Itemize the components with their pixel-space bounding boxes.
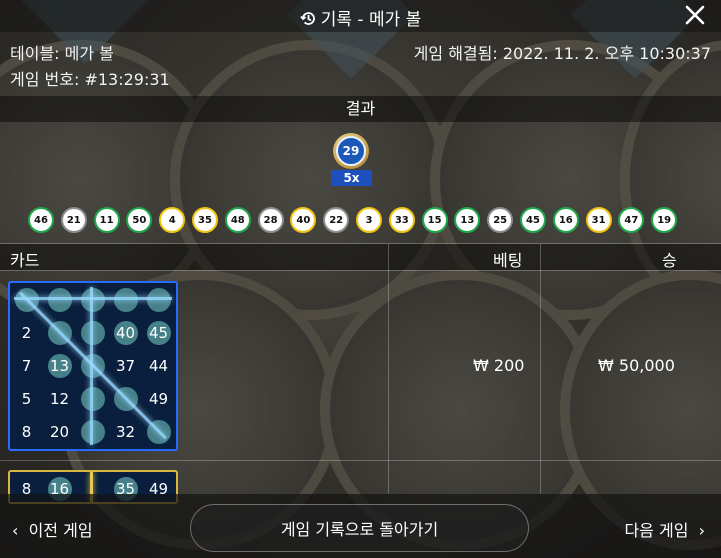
col-win: 승 bbox=[662, 251, 677, 270]
history-icon bbox=[300, 10, 317, 32]
card-cell: 20 bbox=[43, 415, 76, 448]
col-bet: 베팅 bbox=[493, 251, 523, 270]
multiplier-badge: 5x bbox=[331, 170, 372, 186]
mega-ball-number: 29 bbox=[336, 136, 366, 166]
prev-game-button[interactable]: ‹ 이전 게임 bbox=[12, 517, 93, 541]
card-cell: 40 bbox=[109, 316, 142, 349]
drawn-ball: 15 bbox=[421, 207, 448, 233]
card-number: 44 bbox=[148, 356, 169, 375]
result-header: 결과 bbox=[0, 96, 721, 122]
resolved-label: 게임 해결됨: 2022. 11. 2. 오후 10:30:37 bbox=[413, 44, 711, 63]
chevron-left-icon: ‹ bbox=[12, 521, 19, 540]
card-cell: 45 bbox=[142, 316, 175, 349]
card-cell: 13 bbox=[43, 349, 76, 382]
col-card: 카드 bbox=[10, 251, 40, 270]
drawn-ball: 16 bbox=[552, 207, 579, 233]
columns-header bbox=[0, 244, 721, 270]
prev-game-label: 이전 게임 bbox=[28, 521, 93, 540]
divider bbox=[540, 244, 541, 494]
game-number-label: 게임 번호: #13:29:31 bbox=[10, 70, 170, 89]
bingo-card: 2 40 45 7 13 37 44 5 12 49 8 20 32 bbox=[8, 281, 178, 451]
drawn-ball: 31 bbox=[585, 207, 612, 233]
close-icon[interactable] bbox=[683, 3, 707, 27]
card-number: 49 bbox=[148, 389, 169, 408]
win-amount: ₩ 50,000 bbox=[598, 356, 675, 375]
drawn-ball: 45 bbox=[520, 207, 546, 233]
drawn-ball: 35 bbox=[192, 207, 218, 233]
result-section-label: 결과 bbox=[345, 99, 376, 118]
next-game-label: 다음 게임 bbox=[624, 521, 689, 540]
divider bbox=[0, 270, 721, 271]
card-number: 12 bbox=[49, 389, 70, 408]
card-number: 8 bbox=[21, 422, 32, 441]
card-cell: 44 bbox=[142, 349, 175, 382]
drawn-ball: 46 bbox=[28, 207, 54, 233]
card-number: 45 bbox=[148, 323, 169, 342]
card-cell: 7 bbox=[10, 349, 43, 382]
title-text: 기록 - 메가 볼 bbox=[320, 10, 422, 30]
card-number: 2 bbox=[21, 323, 32, 342]
drawn-ball: 21 bbox=[60, 207, 87, 233]
card-cell: 5 bbox=[10, 382, 43, 415]
drawn-ball: 33 bbox=[388, 207, 415, 233]
window-title: 기록 - 메가 볼 bbox=[0, 5, 721, 32]
divider bbox=[0, 460, 721, 461]
win-line bbox=[14, 297, 172, 300]
bet-amount: ₩ 200 bbox=[473, 356, 525, 375]
card-number: 32 bbox=[115, 422, 136, 441]
card-cell: 37 bbox=[109, 349, 142, 382]
card-cell: 32 bbox=[109, 415, 142, 448]
drawn-ball: 22 bbox=[323, 207, 350, 233]
back-to-history-label: 게임 기록으로 돌아가기 bbox=[280, 520, 439, 539]
chevron-right-icon: › bbox=[698, 521, 705, 540]
next-game-button[interactable]: 다음 게임 › bbox=[624, 517, 705, 541]
card-cell: 8 bbox=[10, 415, 43, 448]
card-cell: 2 bbox=[10, 316, 43, 349]
drawn-ball: 11 bbox=[93, 207, 120, 233]
drawn-ball: 4 bbox=[159, 207, 186, 233]
card-cell: 12 bbox=[43, 382, 76, 415]
title-bar: 기록 - 메가 볼 bbox=[0, 0, 721, 32]
drawn-ball: 48 bbox=[224, 207, 251, 233]
card-number: 37 bbox=[115, 356, 136, 375]
card-number: 7 bbox=[21, 356, 32, 375]
card-number: 13 bbox=[49, 356, 70, 375]
drawn-ball: 19 bbox=[651, 207, 678, 233]
card-number: 5 bbox=[21, 389, 32, 408]
drawn-ball: 3 bbox=[356, 207, 382, 233]
card-number: 20 bbox=[49, 422, 70, 441]
divider bbox=[388, 244, 389, 494]
table-label: 테이블: 메가 볼 bbox=[10, 44, 114, 63]
card-number: 40 bbox=[115, 323, 136, 342]
back-to-history-button[interactable]: 게임 기록으로 돌아가기 bbox=[190, 504, 529, 552]
drawn-ball: 28 bbox=[257, 207, 284, 233]
mega-ball: 29 bbox=[333, 133, 369, 169]
drawn-ball: 25 bbox=[487, 207, 514, 233]
card-cell: 49 bbox=[142, 382, 175, 415]
